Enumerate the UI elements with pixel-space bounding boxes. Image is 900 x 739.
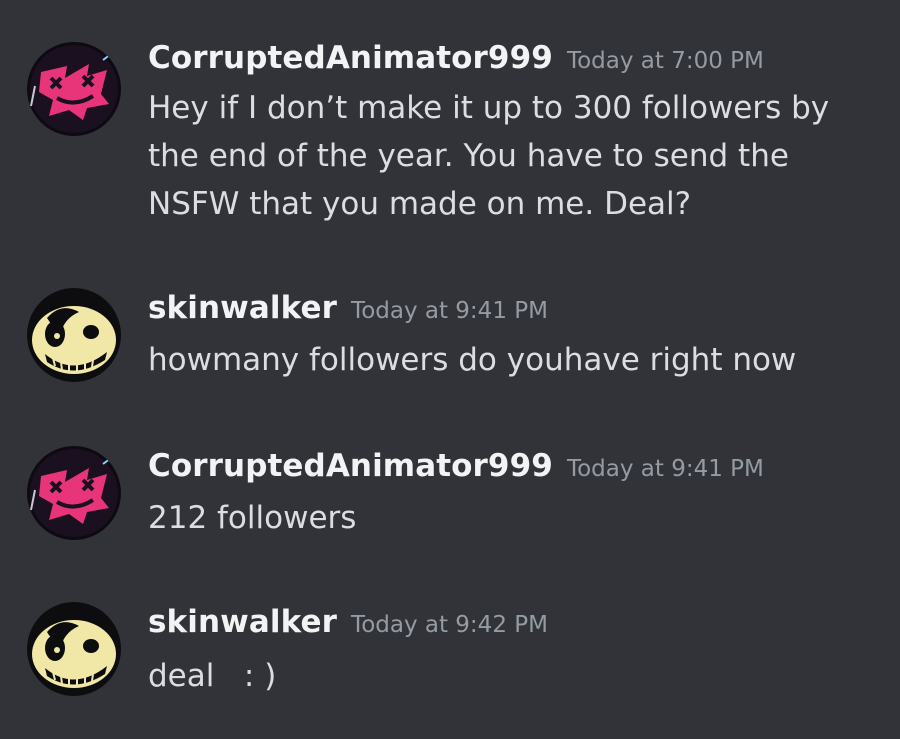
corrupted-animator-avatar-icon[interactable] (27, 42, 121, 136)
timestamp: Today at 7:00 PM (566, 48, 764, 74)
timestamp: Today at 9:42 PM (351, 612, 548, 638)
message-content: 212 followers (148, 500, 357, 536)
message-item: skinwalker Today at 9:41 PM howmany follo… (0, 260, 900, 430)
corrupted-animator-avatar-icon[interactable] (27, 446, 121, 540)
message-content: howmany followers do youhave right now (148, 342, 797, 378)
message-content: Hey if I don’t make it up to 300 followe… (148, 90, 840, 222)
message-header: CorruptedAnimator999 Today at 7:00 PM (148, 40, 764, 76)
message-header: CorruptedAnimator999 Today at 9:41 PM (148, 448, 764, 484)
message-header: skinwalker Today at 9:41 PM (148, 290, 548, 326)
username[interactable]: skinwalker (148, 604, 337, 640)
timestamp: Today at 9:41 PM (351, 298, 548, 324)
skinwalker-avatar-icon[interactable] (27, 602, 121, 696)
username[interactable]: skinwalker (148, 290, 337, 326)
message-content: deal : ) (148, 658, 277, 694)
username[interactable]: CorruptedAnimator999 (148, 40, 553, 76)
username[interactable]: CorruptedAnimator999 (148, 448, 553, 484)
skinwalker-avatar-icon[interactable] (27, 288, 121, 382)
message-item: skinwalker Today at 9:42 PM deal : ) (0, 590, 900, 739)
timestamp: Today at 9:41 PM (566, 456, 764, 482)
message-header: skinwalker Today at 9:42 PM (148, 604, 548, 640)
message-item: CorruptedAnimator999 Today at 7:00 PM Hey… (0, 0, 900, 260)
message-item: CorruptedAnimator999 Today at 9:41 PM 212… (0, 430, 900, 590)
